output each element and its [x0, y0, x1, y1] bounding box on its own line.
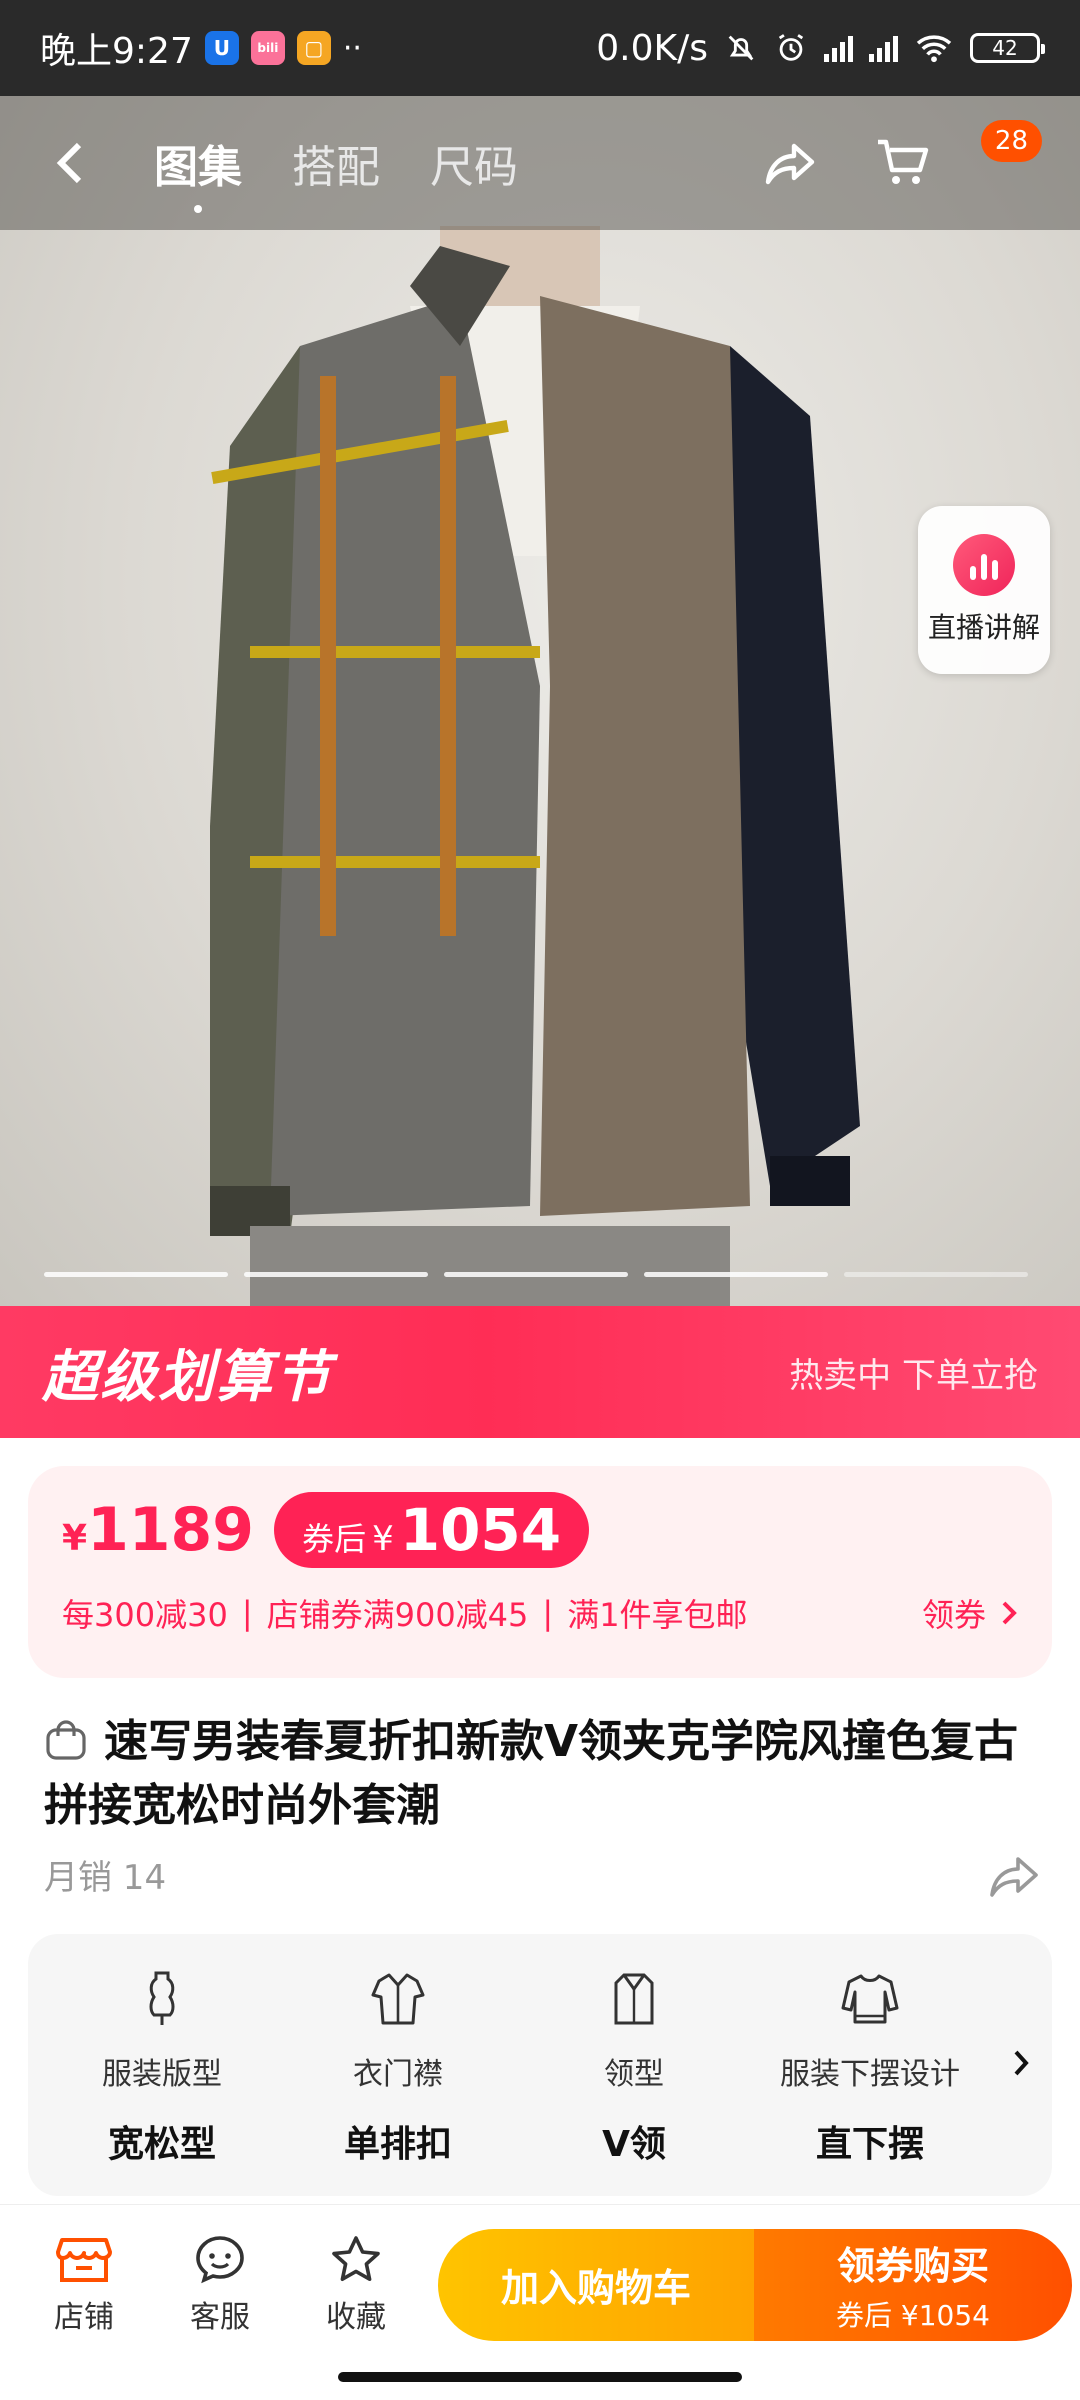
claim-coupon-label: 领券	[921, 1596, 986, 1634]
share-icon[interactable]	[764, 140, 816, 186]
buy-with-coupon-button[interactable]: 领券购买 券后 ¥1054	[754, 2228, 1072, 2341]
sweater-hem-icon	[841, 1974, 899, 2024]
offer-item: 每300减30	[62, 1596, 228, 1634]
live-explain-button[interactable]: 直播讲解	[918, 506, 1050, 674]
attributes-more-button[interactable]	[1012, 2042, 1036, 2088]
promo-banner[interactable]: 超级划算节 热卖中 下单立抢	[0, 1306, 1080, 1438]
attribute-value: 宽松型	[107, 2124, 216, 2165]
attribute-name: 服装下摆设计	[780, 2057, 960, 2092]
share-icon[interactable]	[988, 1853, 1040, 1897]
shop-button[interactable]: 店铺	[16, 2234, 152, 2336]
offer-item: 店铺券满900减45	[266, 1596, 529, 1634]
battery-icon: 42	[970, 33, 1045, 63]
customer-service-label: 客服	[190, 2299, 250, 2335]
shop-label: 店铺	[54, 2299, 114, 2335]
attribute-name: 领型	[604, 2057, 664, 2092]
app-u-icon: U	[204, 31, 239, 65]
signal-2-icon	[869, 34, 898, 62]
purchase-buttons: 加入购物车 领券购买 券后 ¥1054	[438, 2228, 1072, 2341]
mute-bell-icon	[728, 35, 754, 61]
page-indicator-5	[844, 1272, 1028, 1277]
battery-level: 42	[992, 36, 1018, 60]
attribute-value: 直下摆	[815, 2124, 924, 2165]
product-gallery[interactable]: 图集 搭配 尺码 28 直播讲解	[0, 96, 1080, 1306]
tab-outfit[interactable]: 搭配	[292, 131, 380, 195]
product-title-text: 速写男装春夏折扣新款V领夹克学院风撞色复古拼接宽松时尚外套潮	[44, 1716, 1019, 1831]
page-indicator-2	[244, 1272, 428, 1277]
chevron-left-icon	[56, 142, 82, 184]
offer-divider: |	[241, 1594, 253, 1632]
coupon-price-label: 券后	[302, 1520, 367, 1558]
live-chart-icon	[953, 534, 1015, 596]
current-price: ¥1189	[62, 1495, 254, 1565]
cart-count-badge: 28	[980, 120, 1042, 162]
collar-icon	[614, 1973, 654, 2025]
attribute-value: V领	[602, 2124, 666, 2165]
promo-subtitle: 热卖中 下单立抢	[789, 1355, 1038, 1396]
promo-title: 超级划算节	[42, 1344, 332, 1410]
coupon-currency: ¥	[372, 1519, 394, 1559]
tab-size[interactable]: 尺码	[430, 131, 518, 195]
product-title-block: 速写男装春夏折扣新款V领夹克学院风撞色复古拼接宽松时尚外套潮	[44, 1710, 1044, 1838]
customer-service-icon	[196, 2235, 244, 2283]
gallery-tabs: 图集 搭配 尺码	[154, 131, 518, 213]
add-to-cart-button[interactable]: 加入购物车	[438, 2228, 754, 2341]
offer-divider: |	[542, 1594, 554, 1632]
cart-icon[interactable]	[876, 138, 930, 188]
favorite-label: 收藏	[326, 2299, 386, 2335]
attribute-value: 单排扣	[343, 2124, 452, 2165]
add-to-cart-label: 加入购物车	[500, 2266, 691, 2310]
offer-item: 满1件享包邮	[567, 1596, 748, 1634]
signal-icon	[824, 34, 853, 62]
product-attributes[interactable]: 服装版型 宽松型 衣门襟 单排扣 领型 V领 服装下摆设计 直下摆	[28, 1934, 1052, 2196]
customer-service-button[interactable]: 客服	[152, 2234, 288, 2336]
shirt-placket-icon	[371, 1973, 425, 2025]
attribute-name: 衣门襟	[353, 2057, 443, 2092]
note-app-icon: ▢	[296, 31, 331, 65]
currency-symbol: ¥	[62, 1518, 88, 1559]
monthly-sales: 月销 14	[44, 1858, 167, 1898]
attribute-item: 服装版型 宽松型	[44, 1963, 280, 2167]
shop-icon	[56, 2237, 112, 2282]
price-card: ¥1189 券后 ¥ 1054 每300减30 | 店铺券满900减45 | 满…	[28, 1466, 1052, 1678]
status-time: 晚上9:27	[40, 31, 193, 72]
offers-row[interactable]: 每300减30 | 店铺券满900减45 | 满1件享包邮 领券	[62, 1590, 1018, 1636]
favorite-button[interactable]: 收藏	[288, 2234, 424, 2336]
dress-form-icon	[149, 1971, 175, 2025]
page-indicator-4	[644, 1272, 828, 1277]
net-speed: 0.0K/s	[596, 27, 708, 69]
tab-gallery[interactable]: 图集	[154, 131, 242, 213]
sales-row: 月销 14	[44, 1850, 1040, 1899]
chevron-right-icon	[1014, 2050, 1029, 2076]
screen: 晚上9:27 U bili ▢ ·· 0.0K/s 42 图集 搭配 尺码 28…	[0, 0, 1080, 2400]
bilibili-icon: bili	[250, 31, 285, 65]
top-nav-bar: 图集 搭配 尺码 28	[0, 96, 1080, 230]
bottom-action-bar: 店铺 客服 收藏 加入购物车 领券购买 券后 ¥1054	[0, 2204, 1080, 2364]
product-title: 速写男装春夏折扣新款V领夹克学院风撞色复古拼接宽松时尚外套潮	[44, 1710, 1044, 1838]
live-explain-label: 直播讲解	[927, 611, 1040, 644]
buy-sub-label: 券后 ¥1054	[836, 2299, 990, 2332]
attribute-name: 服装版型	[102, 2057, 222, 2092]
gallery-page-indicator	[44, 1272, 1028, 1277]
attribute-item: 衣门襟 单排扣	[280, 1963, 516, 2167]
status-bar: 晚上9:27 U bili ▢ ·· 0.0K/s 42	[0, 0, 1080, 96]
current-price-value: 1189	[87, 1495, 255, 1565]
alarm-icon	[778, 34, 804, 61]
wifi-icon	[916, 35, 952, 63]
attribute-item: 领型 V领	[516, 1963, 752, 2167]
product-photo	[210, 226, 860, 1306]
claim-coupon-button[interactable]: 领券	[922, 1590, 1018, 1636]
page-indicator-1	[44, 1272, 228, 1277]
buy-label: 领券购买	[836, 2244, 989, 2288]
star-icon	[332, 2235, 380, 2281]
more-notifications-icon: ··	[342, 30, 362, 66]
coupon-price-badge: 券后 ¥ 1054	[274, 1492, 590, 1568]
chevron-right-icon	[1002, 1601, 1017, 1625]
back-button[interactable]	[40, 133, 100, 193]
coupon-price-value: 1054	[399, 1496, 562, 1564]
attribute-item: 服装下摆设计 直下摆	[752, 1963, 988, 2167]
page-indicator-3	[444, 1272, 628, 1277]
home-indicator[interactable]	[338, 2372, 742, 2382]
shopping-bag-icon	[46, 1720, 86, 1760]
